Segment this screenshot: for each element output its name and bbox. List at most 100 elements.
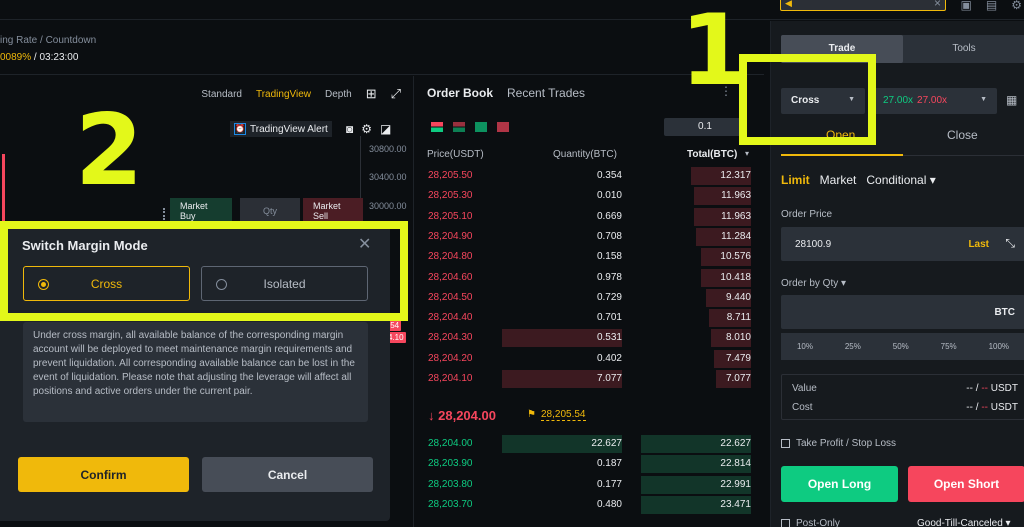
gear-icon[interactable]: ⚙ bbox=[361, 122, 372, 136]
open-long-button[interactable]: Open Long bbox=[781, 466, 898, 502]
tab-depth[interactable]: Depth bbox=[325, 89, 352, 100]
row-price: 28,205.10 bbox=[428, 210, 473, 222]
flag-icon: ⚑ bbox=[527, 409, 536, 420]
highlight-box-margin-mode bbox=[0, 221, 408, 321]
order-book-row[interactable]: 28,203.90 0.187 22.814 bbox=[415, 454, 765, 474]
margin-description: Under cross margin, all available balanc… bbox=[23, 322, 368, 422]
row-price: 28,205.30 bbox=[428, 190, 473, 202]
order-book-row[interactable]: 28,204.50 0.729 9.440 bbox=[415, 288, 765, 308]
row-total: 11.963 bbox=[721, 210, 751, 222]
order-book-row[interactable]: 28,204.80 0.158 10.576 bbox=[415, 247, 765, 267]
post-only-checkbox[interactable]: Post-Only bbox=[781, 518, 840, 527]
confirm-button[interactable]: Confirm bbox=[18, 457, 189, 492]
drag-handle[interactable] bbox=[163, 208, 167, 220]
top-bar: ◀ × ▣ ▤ ⚙ bbox=[0, 0, 1024, 20]
row-total: 23.471 bbox=[720, 498, 751, 510]
chevron-down-icon: ▼ bbox=[980, 96, 987, 103]
order-price-input[interactable]: 28100.9 Last ⤡ bbox=[781, 227, 1024, 261]
row-price: 28,204.50 bbox=[428, 291, 473, 303]
row-qty: 0.354 bbox=[596, 170, 622, 181]
grid-layout-icon[interactable]: ⊞ bbox=[366, 86, 377, 102]
adjust-icon[interactable]: ⤡ bbox=[1005, 236, 1015, 251]
alarm-icon: ⏰ bbox=[234, 123, 246, 135]
row-total: 7.077 bbox=[725, 373, 751, 384]
mark-price: 28,205.54 bbox=[541, 409, 586, 421]
row-price: 28,204.20 bbox=[428, 352, 473, 364]
order-book-row[interactable]: 28,204.90 0.708 11.284 bbox=[415, 227, 765, 247]
row-qty: 0.729 bbox=[596, 291, 622, 303]
camera-icon[interactable]: ◙ bbox=[346, 122, 353, 136]
tpsl-checkbox[interactable]: Take Profit / Stop Loss bbox=[781, 438, 896, 449]
row-price: 28,204.10 bbox=[428, 373, 473, 384]
row-qty: 0.531 bbox=[596, 332, 622, 344]
order-qty-label[interactable]: Order by Qty ▾ bbox=[781, 278, 846, 289]
settings-icon[interactable]: ⚙ bbox=[1011, 0, 1022, 12]
open-short-button[interactable]: Open Short bbox=[908, 466, 1024, 502]
row-total: 8.010 bbox=[725, 332, 751, 344]
tradingview-alert-button[interactable]: ⏰ TradingView Alert bbox=[230, 121, 332, 137]
ticker-bar: ing Rate / Countdown 0089% / 03:23:00 bbox=[0, 21, 764, 75]
order-type-market[interactable]: Market bbox=[820, 173, 857, 187]
order-book-row[interactable]: 28,204.20 0.402 7.479 bbox=[415, 349, 765, 369]
row-qty: 0.480 bbox=[596, 498, 622, 510]
funding-rate-label: ing Rate / Countdown bbox=[0, 35, 97, 46]
axis-tick: 30800.00 bbox=[369, 144, 407, 154]
book-icon[interactable]: ▤ bbox=[986, 0, 997, 12]
tab-recent-trades[interactable]: Recent Trades bbox=[507, 86, 585, 100]
tab-close[interactable]: Close bbox=[947, 128, 978, 142]
tab-tradingview[interactable]: TradingView bbox=[256, 89, 311, 100]
order-book-row[interactable]: 28,204.10 7.077 7.077 bbox=[415, 369, 765, 389]
leverage-select[interactable]: 27.00x 27.00x ▼ bbox=[873, 88, 997, 114]
row-total: 10.418 bbox=[720, 271, 751, 283]
row-price: 28,203.90 bbox=[428, 458, 473, 470]
checkbox-icon bbox=[781, 439, 790, 448]
book-bids-icon[interactable] bbox=[475, 122, 487, 132]
qr-icon[interactable]: ▣ bbox=[961, 0, 972, 12]
order-book-row[interactable]: 28,204.00 22.627 22.627 bbox=[415, 434, 765, 454]
row-price: 28,204.60 bbox=[428, 271, 473, 283]
search-box[interactable]: ◀ × bbox=[780, 0, 946, 11]
tab-tools[interactable]: Tools bbox=[903, 35, 1024, 63]
row-total: 8.711 bbox=[726, 312, 751, 324]
order-book-row[interactable]: 28,205.30 0.010 11.963 bbox=[415, 186, 765, 206]
annotation-number-one: 1 bbox=[680, 0, 749, 108]
order-book-row[interactable]: 28,205.50 0.354 12.317 bbox=[415, 166, 765, 186]
row-price: 28,204.80 bbox=[428, 251, 473, 263]
row-total: 7.479 bbox=[725, 352, 751, 364]
funding-rate-value: 0089% / 03:23:00 bbox=[0, 52, 79, 63]
last-price-button[interactable]: Last bbox=[968, 239, 989, 250]
tab-order-book[interactable]: Order Book bbox=[427, 86, 493, 100]
fullscreen-icon[interactable]: ⤢ bbox=[391, 86, 401, 102]
row-price: 28,204.00 bbox=[428, 438, 473, 449]
row-total: 12.317 bbox=[720, 170, 751, 181]
calculator-icon[interactable]: ▦ bbox=[1006, 93, 1017, 107]
book-both-icon[interactable] bbox=[431, 122, 443, 132]
row-total: 22.991 bbox=[720, 478, 751, 490]
close-icon[interactable]: × bbox=[934, 0, 941, 10]
cancel-button[interactable]: Cancel bbox=[202, 457, 373, 492]
row-total: 22.627 bbox=[720, 438, 751, 449]
order-book-row[interactable]: 28,203.70 0.480 23.471 bbox=[415, 495, 765, 515]
annotation-number-two: 2 bbox=[75, 94, 144, 208]
order-book-panel: Order Book Recent Trades ⋮ 0.1 Price(USD… bbox=[415, 76, 765, 527]
order-type-conditional[interactable]: Conditional ▾ bbox=[866, 173, 935, 187]
sort-caret-icon: ▾ bbox=[745, 149, 750, 158]
row-qty: 7.077 bbox=[596, 373, 622, 384]
order-book-row[interactable]: 28,204.40 0.701 8.711 bbox=[415, 308, 765, 328]
order-book-row[interactable]: 28,203.80 0.177 22.991 bbox=[415, 475, 765, 495]
row-price: 28,203.70 bbox=[428, 498, 473, 510]
qty-percent-slider[interactable]: 10% 25% 50% 75% 100% bbox=[781, 333, 1024, 360]
book-asks-icon[interactable] bbox=[497, 122, 509, 132]
tab-standard[interactable]: Standard bbox=[201, 89, 242, 100]
precision-select[interactable]: 0.1 bbox=[664, 118, 746, 136]
row-qty: 22.627 bbox=[591, 438, 622, 449]
expand-icon[interactable]: ◪ bbox=[380, 122, 391, 136]
order-type-limit[interactable]: Limit bbox=[781, 173, 810, 187]
time-in-force-select[interactable]: Good-Till-Canceled ▾ bbox=[917, 518, 1011, 527]
megaphone-icon: ◀ bbox=[785, 0, 792, 8]
order-book-row[interactable]: 28,204.60 0.978 10.418 bbox=[415, 268, 765, 288]
order-qty-input[interactable]: BTC bbox=[781, 295, 1024, 329]
book-both-alt-icon[interactable] bbox=[453, 122, 465, 132]
order-book-row[interactable]: 28,205.10 0.669 11.963 bbox=[415, 207, 765, 227]
order-book-row[interactable]: 28,204.30 0.531 8.010 bbox=[415, 328, 765, 348]
